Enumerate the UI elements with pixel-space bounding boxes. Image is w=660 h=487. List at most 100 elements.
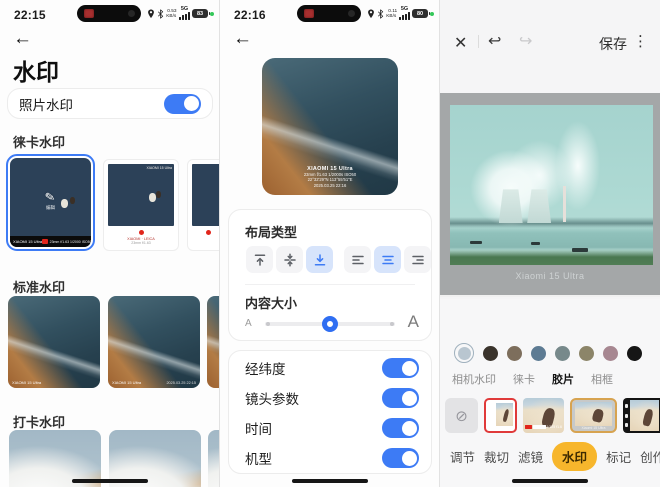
camera-cutout-pill <box>77 5 141 22</box>
color-swatch[interactable] <box>458 347 471 360</box>
color-swatch[interactable] <box>603 346 618 361</box>
text-align-right-button[interactable] <box>404 246 431 273</box>
standard-style-thumb-cut[interactable] <box>207 296 220 388</box>
toggle-row-coordinates: 经纬度 <box>229 353 431 383</box>
status-icons: 0.11KB/s 5G 80 <box>367 6 434 21</box>
photo-editor-screen: ✕ ↩ ↪ 保存 ⋮ Xiaomi 15 Ultra <box>440 0 660 487</box>
divider <box>245 284 415 285</box>
style-leica-bar-thumb[interactable]: 1/125 f1.6 <box>523 398 564 433</box>
leica-logo-icon <box>42 239 48 245</box>
leica-logo-icon <box>525 425 532 429</box>
toggle-row-model: 机型 <box>229 443 431 473</box>
tab-camera-watermark[interactable]: 相机水印 <box>452 371 496 387</box>
pencil-icon: ✎ <box>44 189 56 205</box>
editor-mode-tabs: 调节 裁切 滤镜 水印 标记 创作 人像 <box>450 442 660 471</box>
bluetooth-icon <box>377 9 384 19</box>
layout-card: 布局类型 内容大小 A <box>228 209 432 341</box>
align-top-button[interactable] <box>246 246 273 273</box>
color-swatch[interactable] <box>627 346 642 361</box>
back-button[interactable]: ← <box>233 29 252 49</box>
text-align-center-button[interactable] <box>374 246 401 273</box>
color-swatch[interactable] <box>483 346 498 361</box>
frame-watermark-caption: Xiaomi 15 Ultra <box>440 271 660 281</box>
recording-icon <box>304 9 314 18</box>
editor-toolbar: ✕ ↩ ↪ 保存 ⋮ <box>440 0 660 92</box>
home-indicator[interactable] <box>292 479 368 483</box>
status-bar: 22:16 0.11KB/s 5G 80 <box>220 0 439 28</box>
section-standard-label: 标准水印 <box>13 277 65 296</box>
watermark-layout-screen: 22:16 0.11KB/s 5G 80 ← <box>220 0 440 487</box>
status-bar: 22:15 0.53KB/s 5G 83 <box>0 0 219 28</box>
slider-knob[interactable] <box>322 316 338 332</box>
edited-photo <box>450 105 653 265</box>
text-align-left-button[interactable] <box>344 246 371 273</box>
edit-overlay: ✎ 编辑 <box>10 188 91 211</box>
photo-watermark-label: 照片水印 <box>19 94 73 114</box>
cooling-tower <box>527 189 551 223</box>
back-button[interactable]: ← <box>13 29 32 49</box>
tab-mark[interactable]: 标记 <box>606 447 631 466</box>
tab-film[interactable]: 胶片 <box>552 371 574 387</box>
undo-icon[interactable]: ↩ <box>488 31 501 51</box>
leica-style-card-thumb-cut[interactable] <box>188 160 220 250</box>
camera-lens-icon <box>128 10 135 17</box>
time-toggle[interactable] <box>382 418 419 438</box>
tab-watermark-selected[interactable]: 水印 <box>552 442 597 471</box>
leica-logo-icon <box>206 230 211 235</box>
tab-filter[interactable]: 滤镜 <box>518 447 543 466</box>
align-bottom-button[interactable] <box>306 246 333 273</box>
align-middle-button[interactable] <box>276 246 303 273</box>
standard-style-thumb[interactable]: XIAOMI 15 Ultra <box>8 296 100 388</box>
tab-crop[interactable]: 裁切 <box>484 447 509 466</box>
checkin-style-thumb-cut[interactable] <box>208 430 220 487</box>
color-swatch[interactable] <box>579 346 594 361</box>
recording-icon <box>84 9 94 18</box>
model-toggle[interactable] <box>382 448 419 468</box>
location-icon <box>147 9 155 19</box>
clock: 22:15 <box>14 8 46 22</box>
style-white-frame-thumb[interactable] <box>484 398 517 433</box>
style-none-thumb[interactable]: ⊘ <box>445 398 478 433</box>
screenshot-root: 22:15 0.53KB/s 5G 83 ← 水印 <box>0 0 660 487</box>
style-filmstrip-thumb[interactable] <box>623 398 660 433</box>
save-button[interactable]: 保存 <box>599 34 627 54</box>
swatch-selected-ring[interactable] <box>454 343 474 363</box>
home-indicator[interactable] <box>512 479 588 483</box>
section-checkin-label: 打卡水印 <box>13 412 65 431</box>
tab-create[interactable]: 创作 <box>640 447 660 466</box>
tab-frame[interactable]: 相框 <box>591 371 613 387</box>
network-type: 5G <box>399 7 410 21</box>
figure <box>156 191 161 198</box>
boat <box>531 242 540 245</box>
watermark-preview-text: XIAOMI 15 Ultra 23mm f/1.63 1/2000s ISO5… <box>262 166 398 189</box>
close-icon[interactable]: ✕ <box>454 33 467 53</box>
style-film-frame-thumb-selected[interactable]: Xiaomi 15 Ultra <box>570 398 617 433</box>
standard-style-thumb[interactable]: XIAOMI 15 Ultra 2025.03.25 22:15 <box>108 296 200 388</box>
privacy-dot-icon <box>430 12 434 16</box>
editor-canvas: Xiaomi 15 Ultra <box>440 93 660 297</box>
leica-style-card-thumb[interactable]: XIAOMI 15 Ultra XIAOMI · LEICA 23mm f/1.… <box>104 160 178 250</box>
large-a-icon: A <box>408 312 419 332</box>
coordinates-toggle[interactable] <box>382 358 419 378</box>
size-slider[interactable] <box>265 322 395 326</box>
leica-style-selected-thumb[interactable]: ✎ 编辑 XIAOMI 15 Ultra 23mm f/1.63 1/2000 … <box>6 154 95 251</box>
photo-watermark-toggle[interactable] <box>164 94 201 114</box>
camera-cutout-pill <box>297 5 361 22</box>
more-menu-icon[interactable]: ⋮ <box>633 32 648 50</box>
camera-lens-icon <box>348 10 355 17</box>
section-leica-label: 徕卡水印 <box>13 132 65 151</box>
color-swatch[interactable] <box>555 346 570 361</box>
tab-leica[interactable]: 徕卡 <box>513 371 535 387</box>
signal-bars-icon <box>179 12 190 20</box>
color-swatch[interactable] <box>531 346 546 361</box>
watermark-content-card: 经纬度 镜头参数 时间 机型 <box>228 350 432 474</box>
small-a-icon: A <box>245 318 252 329</box>
home-indicator[interactable] <box>72 479 148 483</box>
lens-params-toggle[interactable] <box>382 388 419 408</box>
color-swatch[interactable] <box>507 346 522 361</box>
network-speed: 0.53KB/s <box>166 9 177 19</box>
leica-watermark-bar: XIAOMI 15 Ultra 23mm f/1.63 1/2000 ISO50 <box>10 236 91 247</box>
tab-adjust[interactable]: 调节 <box>450 447 475 466</box>
leica-sample-photo: ✎ 编辑 XIAOMI 15 Ultra 23mm f/1.63 1/2000 … <box>10 158 91 247</box>
smokestack <box>563 186 566 222</box>
